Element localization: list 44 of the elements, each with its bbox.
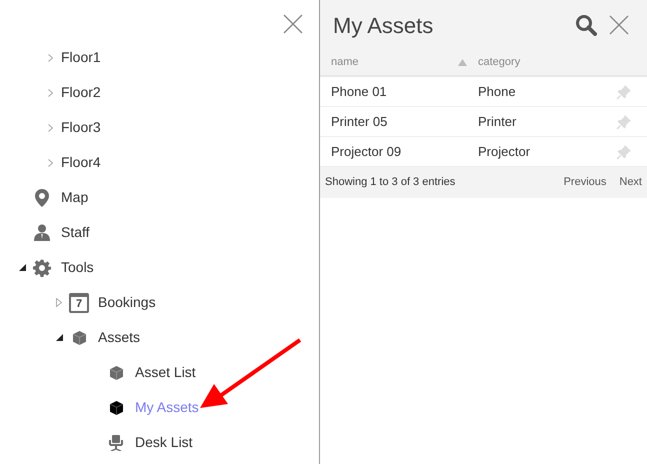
map-pin-icon (35, 188, 49, 206)
person-icon (34, 224, 50, 241)
chevron-icon[interactable] (48, 124, 52, 132)
entries-info: Showing 1 to 3 of 3 entries (325, 175, 456, 190)
table-cell-text: Printer 05 (331, 112, 388, 131)
panel-title: My Assets (333, 12, 434, 40)
pin-icon[interactable] (616, 84, 632, 100)
close-icon[interactable] (609, 15, 629, 35)
tree-item[interactable]: Staff (61, 222, 90, 243)
close-icon[interactable] (283, 14, 303, 34)
tree-item[interactable]: Floor1 (61, 47, 101, 68)
expanded-toggle-icon[interactable] (56, 334, 62, 341)
pin-icon[interactable] (616, 144, 632, 160)
sort-arrow-icon[interactable] (458, 59, 467, 66)
table-cell-text: Printer (478, 112, 516, 131)
tree-item[interactable]: Bookings (98, 292, 156, 313)
cube-icon (110, 400, 122, 414)
tree-item[interactable]: Floor2 (61, 82, 101, 103)
pager-button[interactable]: Next (619, 174, 642, 191)
cube-icon (110, 366, 122, 380)
chevron-icon[interactable] (48, 54, 52, 62)
tree-item[interactable]: Assets (98, 327, 140, 348)
expanded-toggle-icon[interactable] (18, 264, 26, 271)
pager-button[interactable]: Previous (564, 174, 606, 191)
tree-item[interactable]: Floor4 (61, 152, 101, 173)
tree-item[interactable]: Asset List (135, 362, 196, 383)
tree-item[interactable]: Floor3 (61, 117, 101, 138)
chair-icon (109, 434, 123, 450)
gear-icon (33, 258, 51, 276)
pin-icon[interactable] (616, 114, 632, 130)
collapsed-toggle-icon[interactable] (56, 298, 62, 307)
table-cell-text: Phone (478, 82, 516, 101)
calendar-icon: 7 (69, 292, 89, 312)
chevron-icon[interactable] (48, 88, 52, 96)
tree-item[interactable]: Desk List (135, 432, 193, 453)
table-cell-text: Projector (478, 142, 530, 161)
tree-item[interactable]: Map (61, 187, 88, 208)
table-cell-text: Projector 09 (331, 142, 402, 161)
chevron-icon[interactable] (48, 158, 52, 166)
table-cell-text: Phone 01 (331, 82, 388, 101)
tree-item[interactable]: My Assets (135, 397, 199, 418)
search-icon[interactable] (575, 14, 597, 36)
tree-item[interactable]: Tools (61, 257, 94, 278)
cube-icon (72, 330, 86, 344)
